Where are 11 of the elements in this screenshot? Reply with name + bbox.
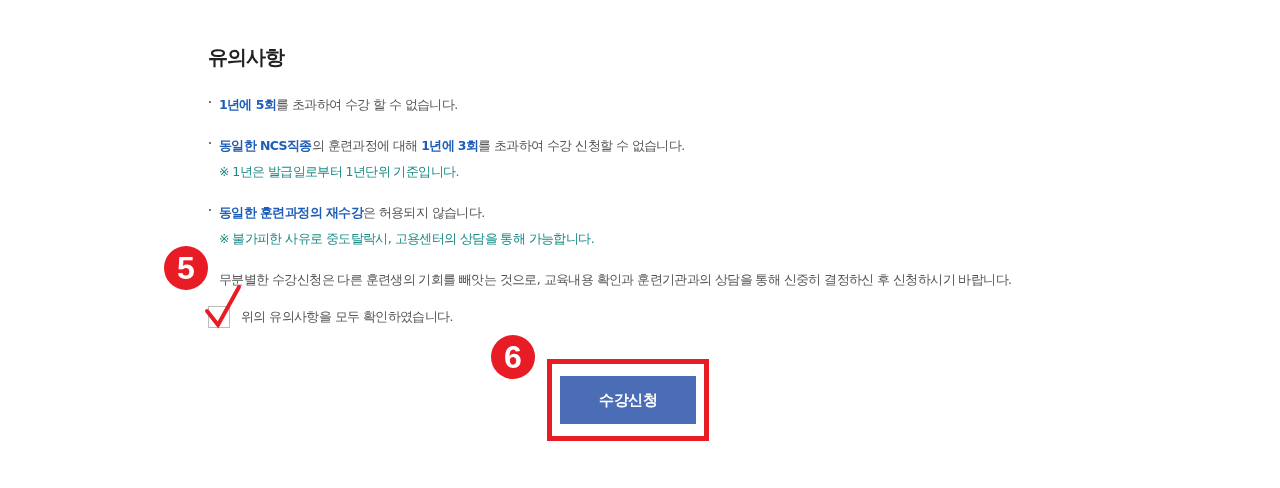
notice-text: 1년에 5회를 초과하여 수강 할 수 없습니다. — [219, 96, 458, 114]
notice-text: 동일한 NCS직종의 훈련과정에 대해 1년에 3회를 초과하여 수강 신청할 수 없습니다. — [219, 137, 685, 155]
step-badge: 5 — [164, 246, 208, 290]
step-badge: 6 — [491, 335, 535, 379]
apply-button[interactable]: 수강신청 — [560, 376, 696, 424]
notice-text: ※ 1년은 발급일로부터 1년단위 기준입니다. — [219, 163, 459, 181]
notice-text: 동일한 훈련과정의 재수강은 허용되지 않습니다. — [219, 204, 485, 222]
notice-text: ※ 불가피한 사유로 중도탈락시, 고용센터의 상담을 통해 가능합니다. — [219, 230, 595, 248]
notice-text: 무분별한 수강신청은 다른 훈련생의 기회를 빼앗는 것으로, 교육내용 확인과 훈련기관과의 상담을 통해 신중히 결정하신 후 신청하시기 바랍니다. — [219, 271, 1012, 289]
section-title: 유의사항 — [208, 44, 286, 70]
agree-label: 위의 유의사항을 모두 확인하였습니다. — [241, 308, 453, 326]
